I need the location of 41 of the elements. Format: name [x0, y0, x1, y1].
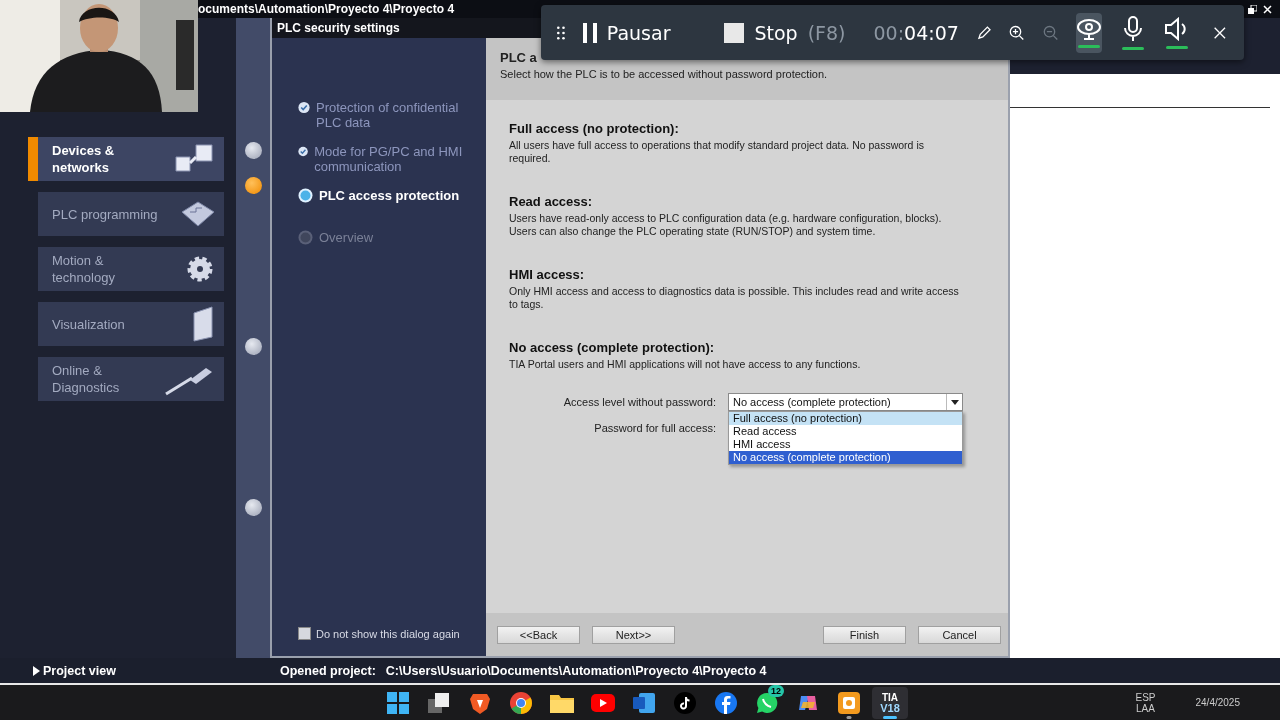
- wizard-step[interactable]: Mode for PG/PC and HMI communication: [314, 144, 476, 174]
- notification-badge: 12: [768, 684, 784, 697]
- section-description: Only HMI access and access to diagnostics data is possible. This includes read and write access to tags.: [509, 285, 960, 311]
- section-heading: Full access (no protection):: [509, 121, 680, 136]
- project-path: ocuments\Automation\Proyecto 4\Proyecto 4: [198, 2, 455, 16]
- wizard-step[interactable]: Protection of confidential PLC data: [316, 100, 476, 130]
- portal-nav-item[interactable]: Motion & technology: [38, 247, 224, 291]
- section-description: Users have read-only access to PLC configuration data (e.g. hardware configuration, blocks). Users can also change the PLC operating state (RUN/STOP) and system time.: [509, 212, 943, 238]
- tray-date[interactable]: 24/4/2025: [1195, 697, 1240, 708]
- portal-nav-item[interactable]: Visualization: [38, 302, 224, 346]
- field-label: Access level without password:: [563, 396, 716, 408]
- taskbar-app[interactable]: TIA V18: [872, 686, 908, 719]
- dropdown-option[interactable]: Full access (no protection): [729, 412, 962, 425]
- language-indicator[interactable]: ESP: [1135, 691, 1156, 703]
- page-title: PLC a: [500, 50, 538, 65]
- page-subtitle: Select how the PLC is to be accessed without password protection.: [500, 68, 829, 80]
- section-heading: HMI access:: [509, 267, 586, 282]
- status-label: Opened project:: [280, 663, 376, 678]
- portal-nav-item[interactable]: PLC programming: [38, 192, 224, 236]
- wizard-step[interactable]: PLC access protection: [319, 188, 460, 203]
- access-level-dropdown[interactable]: No access (complete protection): [728, 393, 963, 411]
- section-description: TIA Portal users and HMI applications will not have access to any functions.: [509, 358, 862, 371]
- checkbox-label: Do not show this dialog again: [316, 627, 460, 640]
- nav-button[interactable]: <<Back: [497, 625, 580, 644]
- dropdown-option[interactable]: Read access: [729, 425, 962, 438]
- section-heading: No access (complete protection):: [509, 340, 716, 355]
- tia-logo: TIA V18: [880, 691, 900, 714]
- section-heading: Read access:: [509, 194, 594, 209]
- field-label: Password for full access:: [594, 422, 716, 434]
- dropdown-option[interactable]: HMI access: [729, 438, 962, 451]
- status-path: C:\Users\Usuario\Documents\Automation\Proyecto 4\Proyecto 4: [385, 663, 767, 678]
- portal-nav-item[interactable]: Devices & networks: [28, 137, 224, 181]
- dialog-button[interactable]: Cancel: [918, 625, 1001, 644]
- project-view-link[interactable]: Project view: [43, 663, 116, 678]
- portal-nav-item[interactable]: Online & Diagnostics: [38, 357, 224, 401]
- dialog-button[interactable]: Finish: [823, 625, 906, 644]
- taskbar-app[interactable]: 12: [749, 686, 785, 719]
- nav-button[interactable]: Next>>: [592, 625, 675, 644]
- dropdown-option[interactable]: No access (complete protection): [729, 451, 962, 464]
- section-description: All users have full access to operations that modify standard project data. No password is required.: [509, 139, 925, 165]
- keyboard-layout[interactable]: LAA: [1136, 702, 1155, 714]
